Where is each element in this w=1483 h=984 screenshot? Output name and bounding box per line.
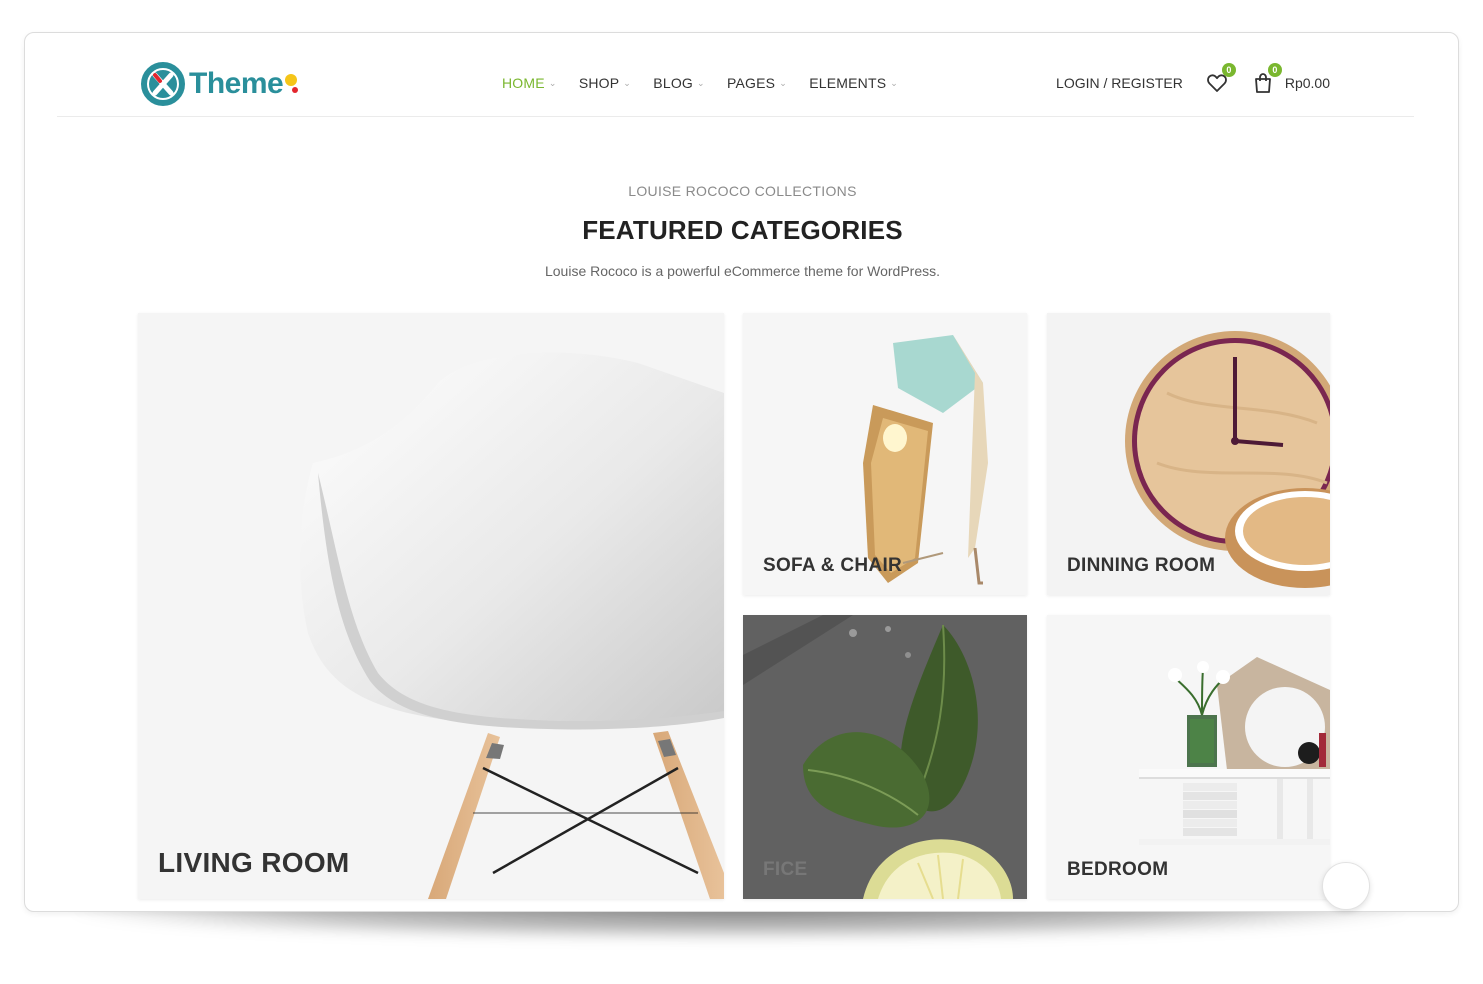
site-header: Theme HOME ⌄ SHOP ⌄ BLOG ⌄ PAGES ⌄ ELEME…	[57, 33, 1414, 117]
category-tile-fice[interactable]: FICE	[743, 615, 1027, 899]
site-logo[interactable]: Theme	[141, 61, 299, 107]
browser-frame: Theme HOME ⌄ SHOP ⌄ BLOG ⌄ PAGES ⌄ ELEME…	[24, 32, 1459, 912]
white-chair-image	[300, 352, 724, 899]
chevron-down-icon: ⌄	[697, 78, 705, 88]
section-title: FEATURED CATEGORIES	[582, 215, 903, 245]
nav-item-label: PAGES	[727, 75, 776, 91]
main-nav: HOME ⌄ SHOP ⌄ BLOG ⌄ PAGES ⌄ ELEMENTS ⌄	[502, 75, 920, 91]
logo-text: Theme	[189, 67, 284, 100]
wishlist-count-badge: 0	[1221, 63, 1236, 77]
nav-item-elements[interactable]: ELEMENTS ⌄	[809, 75, 898, 91]
category-tile-bedroom[interactable]: BEDROOM	[1047, 615, 1330, 899]
category-label: DINNING ROOM	[1067, 555, 1216, 576]
logo-dots	[285, 70, 299, 98]
nav-item-shop[interactable]: SHOP ⌄	[579, 75, 631, 91]
section-subtitle: LOUISE ROCOCO COLLECTIONS	[628, 183, 857, 199]
wood-clock-image	[1125, 331, 1330, 588]
scroll-to-top-button[interactable]	[1322, 862, 1370, 910]
section-description: Louise Rococo is a powerful eCommerce th…	[544, 263, 940, 279]
logo-x-icon	[141, 62, 185, 106]
header-tools: LOGIN / REGISTER 0 0 Rp0.00	[1056, 63, 1330, 95]
nav-item-label: ELEMENTS	[809, 75, 887, 91]
cart-button[interactable]: 0	[1251, 63, 1282, 95]
nav-item-blog[interactable]: BLOG ⌄	[653, 75, 705, 91]
cart-total[interactable]: Rp0.00	[1285, 75, 1330, 91]
nav-item-label: SHOP	[578, 75, 620, 91]
login-register-link[interactable]: LOGIN / REGISTER	[1056, 75, 1183, 91]
nav-item-label: HOME	[502, 75, 545, 91]
category-label: SOFA & CHAIR	[763, 555, 903, 576]
table-lamp-image	[863, 335, 988, 585]
chevron-down-icon: ⌄	[890, 78, 899, 88]
leaf-lemon-image	[743, 615, 1027, 899]
shelf-vase-image	[1139, 657, 1330, 845]
nav-item-pages[interactable]: PAGES ⌄	[727, 75, 787, 91]
chevron-down-icon: ⌄	[548, 78, 557, 88]
category-tile-sofa-chair[interactable]: SOFA & CHAIR	[743, 313, 1027, 595]
screenshot-stage: Theme HOME ⌄ SHOP ⌄ BLOG ⌄ PAGES ⌄ ELEME…	[0, 0, 1483, 984]
nav-item-label: BLOG	[653, 75, 694, 91]
chevron-down-icon: ⌄	[779, 78, 787, 88]
nav-item-home[interactable]: HOME ⌄	[502, 75, 557, 91]
cart-count-badge: 0	[1267, 63, 1282, 77]
category-tile-dinning-room[interactable]: DINNING ROOM	[1047, 313, 1330, 595]
category-label: LIVING ROOM	[158, 847, 350, 878]
category-tile-living-room[interactable]: LIVING ROOM	[138, 313, 724, 899]
category-label: BEDROOM	[1067, 859, 1169, 880]
category-label: FICE	[763, 859, 808, 880]
wishlist-button[interactable]: 0	[1205, 63, 1236, 95]
chevron-down-icon: ⌄	[623, 78, 632, 88]
